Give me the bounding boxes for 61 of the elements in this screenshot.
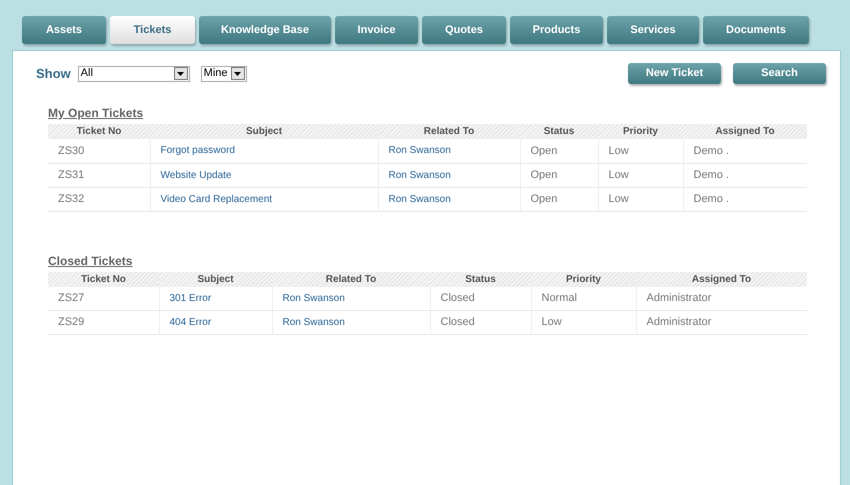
- table-link[interactable]: Website Update: [150, 163, 378, 187]
- nav-tab[interactable]: Invoice: [335, 16, 418, 44]
- action-button[interactable]: Search: [733, 63, 826, 84]
- table-link[interactable]: Ron Swanson: [378, 163, 520, 187]
- table-cell: Low: [598, 139, 683, 163]
- table-link[interactable]: Ron Swanson: [378, 139, 520, 163]
- column-header: Assigned To: [636, 272, 807, 286]
- nav-tab[interactable]: Products: [510, 16, 603, 44]
- table-link[interactable]: 404 Error: [159, 310, 272, 334]
- table-cell: Low: [598, 187, 683, 211]
- column-header: Subject: [159, 272, 272, 286]
- column-header: Related To: [378, 124, 520, 139]
- table-cell: Open: [520, 139, 598, 163]
- nav-tab[interactable]: Quotes: [422, 16, 506, 44]
- select-field[interactable]: All: [78, 66, 190, 82]
- section-title: Closed Tickets: [48, 252, 132, 270]
- table-cell: Normal: [531, 286, 636, 310]
- nav-tab[interactable]: Assets: [22, 16, 106, 44]
- table-cell: Demo .: [683, 163, 807, 187]
- action-button[interactable]: New Ticket: [628, 63, 721, 84]
- caret-icon: [234, 72, 242, 76]
- table-cell: ZS29: [48, 310, 159, 334]
- table-cell: ZS32: [48, 187, 150, 211]
- table-link[interactable]: Ron Swanson: [272, 286, 430, 310]
- nav-tab[interactable]: Services: [607, 16, 699, 44]
- table-cell: Administrator: [636, 310, 807, 334]
- nav-tab[interactable]: Knowledge Base: [199, 16, 331, 44]
- table-link[interactable]: Ron Swanson: [272, 310, 430, 334]
- dropdown-button[interactable]: [174, 67, 188, 80]
- nav-tab[interactable]: Documents: [703, 16, 809, 44]
- table-cell: Demo .: [683, 187, 807, 211]
- table-cell: Low: [598, 163, 683, 187]
- column-header: Status: [520, 124, 598, 139]
- show-label: Show: [36, 64, 71, 83]
- table-link[interactable]: Ron Swanson: [378, 187, 520, 211]
- table-cell: Open: [520, 187, 598, 211]
- table-cell: Open: [520, 163, 598, 187]
- table-link[interactable]: 301 Error: [159, 286, 272, 310]
- table-cell: ZS31: [48, 163, 150, 187]
- nav-tab[interactable]: Tickets: [110, 16, 195, 44]
- section-title: My Open Tickets: [48, 105, 144, 122]
- table-cell: ZS30: [48, 139, 150, 163]
- table-cell: Low: [531, 310, 636, 334]
- column-header: Ticket No: [48, 124, 150, 139]
- table-link[interactable]: Video Card Replacement: [150, 187, 378, 211]
- select-field[interactable]: Mine: [200, 66, 247, 82]
- column-header: Priority: [598, 124, 683, 139]
- table-cell: Closed: [430, 310, 531, 334]
- column-header: Status: [430, 272, 531, 286]
- column-header: Priority: [531, 272, 636, 286]
- column-header: Ticket No: [48, 272, 159, 286]
- table-cell: Administrator: [636, 286, 807, 310]
- table-cell: ZS27: [48, 286, 159, 310]
- caret-icon: [177, 72, 184, 76]
- dropdown-button[interactable]: [230, 67, 245, 80]
- column-header: Related To: [272, 272, 430, 286]
- table-cell: Demo .: [683, 139, 807, 163]
- table-link[interactable]: Forgot password: [150, 139, 378, 163]
- column-header: Assigned To: [683, 124, 807, 139]
- column-header: Subject: [150, 124, 378, 139]
- table-cell: Closed: [430, 286, 531, 310]
